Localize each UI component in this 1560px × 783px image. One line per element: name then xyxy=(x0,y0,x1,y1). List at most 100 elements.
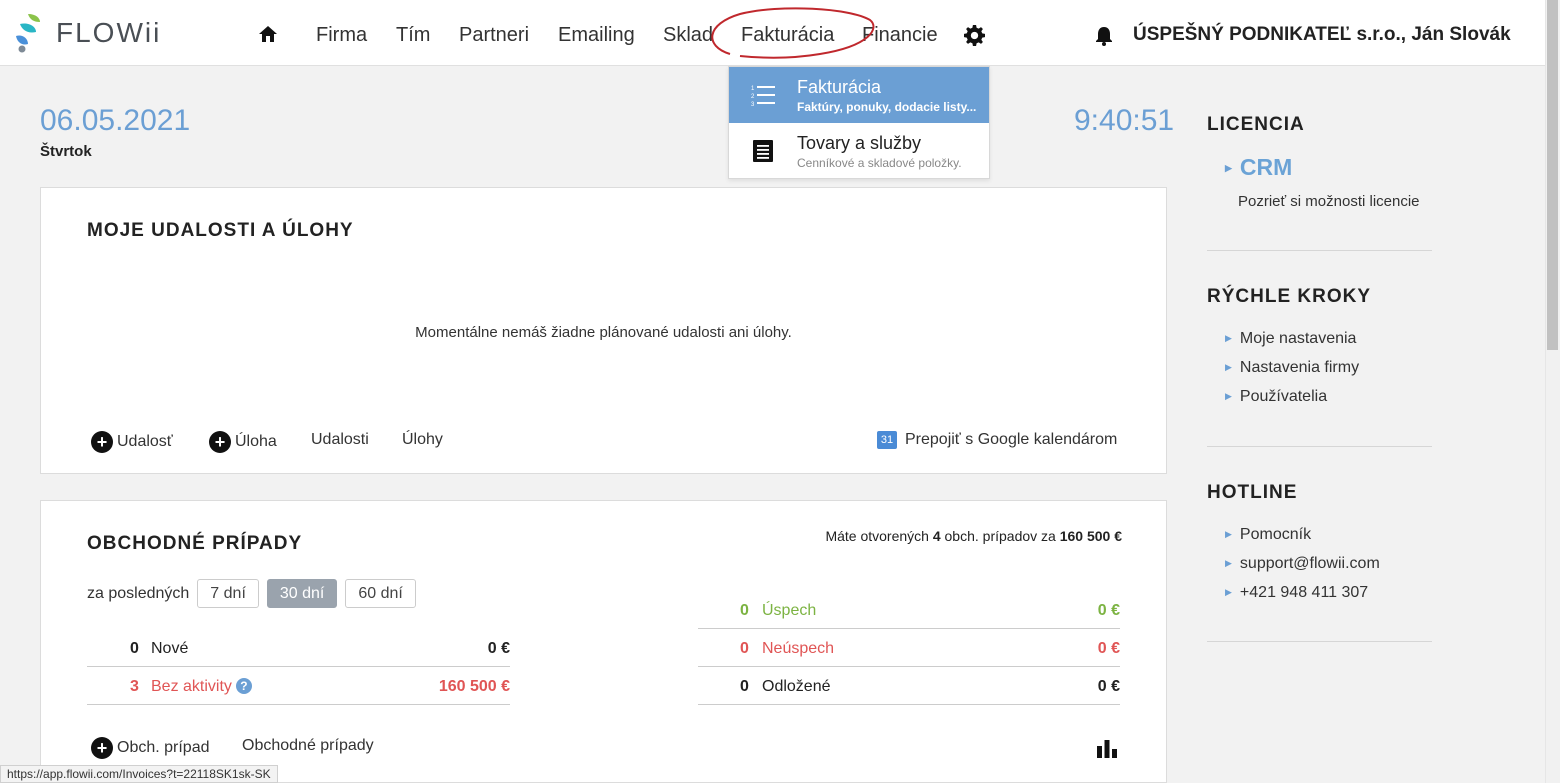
deal-count: 0 xyxy=(740,678,749,695)
summary-amount: 160 500 € xyxy=(1059,528,1122,544)
crm-license[interactable]: ▶ CRM xyxy=(1225,154,1292,181)
arrow-right-icon: ▶ xyxy=(1225,529,1232,539)
bar-chart-icon[interactable] xyxy=(1096,738,1118,758)
tasks-link[interactable]: Úlohy xyxy=(402,431,443,449)
deal-count: 0 xyxy=(740,602,749,619)
deal-row-postponed[interactable]: 0 Odložené 0 € xyxy=(698,667,1120,705)
hotline-link-phone[interactable]: ▶ +421 948 411 307 xyxy=(1225,584,1368,602)
hotline-link-label: +421 948 411 307 xyxy=(1239,584,1369,601)
quick-link-users[interactable]: ▶ Používatelia xyxy=(1225,388,1327,406)
arrow-right-icon: ▶ xyxy=(1225,558,1232,568)
period-60-days[interactable]: 60 dní xyxy=(345,579,416,608)
deal-row-no-activity[interactable]: 3 Bez aktivity? 160 500 € xyxy=(87,667,510,705)
deal-label: Úspech xyxy=(762,602,817,619)
current-weekday: Štvrtok xyxy=(40,143,92,160)
quick-link-label: Nastavenia firmy xyxy=(1239,359,1360,376)
google-calendar-icon: 31 xyxy=(877,431,897,449)
deal-label: Odložené xyxy=(762,678,831,695)
deals-card: OBCHODNÉ PRÍPADY Máte otvorených 4 obch.… xyxy=(40,500,1167,783)
help-icon[interactable]: ? xyxy=(235,678,252,694)
deal-label: Nové xyxy=(151,640,189,657)
quick-link-my-settings[interactable]: ▶ Moje nastavenia xyxy=(1225,330,1356,348)
deal-row-new[interactable]: 0 Nové 0 € xyxy=(87,629,510,667)
current-date: 06.05.2021 xyxy=(40,104,191,137)
hotline-link-label: Pomocník xyxy=(1239,526,1312,543)
svg-text:3: 3 xyxy=(751,102,755,107)
dropdown-item-fakturacia[interactable]: 1 2 3 Fakturácia Faktúry, ponuky, dodaci… xyxy=(729,67,989,123)
license-options-link[interactable]: Pozrieť si možnosti licencie xyxy=(1238,193,1420,210)
hotline-link-email[interactable]: ▶ support@flowii.com xyxy=(1225,555,1380,573)
dropdown-item-tovary[interactable]: Tovary a služby Cenníkové a skladové pol… xyxy=(729,123,989,179)
plus-icon: + xyxy=(91,737,113,759)
add-deal-label: Obch. prípad xyxy=(117,739,210,756)
deal-label: Bez aktivity xyxy=(151,678,232,695)
dropdown-item-title: Fakturácia xyxy=(797,77,882,97)
nav-firma[interactable]: Firma xyxy=(316,24,367,47)
events-card-title: MOJE UDALOSTI A ÚLOHY xyxy=(87,220,354,241)
deal-row-failure[interactable]: 0 Neúspech 0 € xyxy=(698,629,1120,667)
deal-count: 0 xyxy=(740,640,749,657)
summary-count: 4 xyxy=(932,528,941,544)
flowii-logo-icon xyxy=(16,14,40,53)
deal-row-success[interactable]: 0 Úspech 0 € xyxy=(698,591,1120,629)
plus-icon: + xyxy=(209,431,231,453)
vertical-scrollbar[interactable] xyxy=(1545,0,1560,783)
period-30-days[interactable]: 30 dní xyxy=(266,579,338,608)
red-circle-annotation xyxy=(711,7,875,59)
events-link[interactable]: Udalosti xyxy=(311,431,369,449)
google-calendar-label: Prepojiť s Google kalendárom xyxy=(905,431,1118,448)
quick-link-company-settings[interactable]: ▶ Nastavenia firmy xyxy=(1225,359,1359,377)
add-deal-button[interactable]: + Obch. prípad xyxy=(91,737,210,759)
nav-emailing[interactable]: Emailing xyxy=(558,24,635,47)
deals-link[interactable]: Obchodné prípady xyxy=(242,737,374,755)
svg-text:2: 2 xyxy=(751,94,755,100)
numbered-list-icon: 1 2 3 xyxy=(751,86,775,107)
svg-text:1: 1 xyxy=(751,86,755,92)
deal-label-wrap: Bez aktivity? xyxy=(151,678,252,696)
add-event-label: Udalosť xyxy=(117,433,173,450)
add-task-label: Úloha xyxy=(235,433,277,450)
deal-amount: 0 € xyxy=(1097,640,1120,657)
hotline-link-help[interactable]: ▶ Pomocník xyxy=(1225,526,1311,544)
logo-text: FLOWii xyxy=(56,17,162,48)
deal-amount: 0 € xyxy=(1097,678,1120,695)
nav-tim[interactable]: Tím xyxy=(396,24,430,47)
period-7-days[interactable]: 7 dní xyxy=(197,579,259,608)
nav-partneri[interactable]: Partneri xyxy=(459,24,529,47)
quick-steps-heading: RÝCHLE KROKY xyxy=(1207,286,1372,307)
quick-link-label: Používatelia xyxy=(1239,388,1328,405)
hotline-link-label: support@flowii.com xyxy=(1239,555,1380,572)
deal-amount: 0 € xyxy=(1097,602,1120,619)
deals-summary: Máte otvorených 4 obch. prípadov za 160 … xyxy=(825,528,1122,544)
bell-icon[interactable] xyxy=(1095,26,1113,46)
company-user-name[interactable]: ÚSPEŠNÝ PODNIKATEĽ s.r.o., Ján Slovák xyxy=(1133,24,1511,46)
home-icon[interactable] xyxy=(258,24,278,44)
add-event-button[interactable]: + Udalosť xyxy=(91,431,173,453)
deal-count: 0 xyxy=(130,640,139,657)
arrow-right-icon: ▶ xyxy=(1225,391,1232,401)
events-tasks-card: MOJE UDALOSTI A ÚLOHY Momentálne nemáš ž… xyxy=(40,187,1167,474)
scrollbar-thumb[interactable] xyxy=(1547,0,1558,350)
flowii-logo[interactable]: FLOWii xyxy=(14,12,161,54)
deal-amount: 0 € xyxy=(487,640,510,657)
crm-label: CRM xyxy=(1239,154,1293,180)
period-selector: za posledných 7 dní 30 dní 60 dní xyxy=(87,579,416,608)
google-calendar-link[interactable]: 31 Prepojiť s Google kalendárom xyxy=(877,431,1117,449)
arrow-right-icon: ▶ xyxy=(1225,333,1232,343)
deal-amount: 160 500 € xyxy=(438,678,510,695)
add-task-button[interactable]: + Úloha xyxy=(209,431,277,453)
dropdown-item-title: Tovary a služby xyxy=(797,133,922,153)
sidebar-divider xyxy=(1207,250,1432,251)
document-list-icon xyxy=(753,140,773,162)
deal-count: 3 xyxy=(130,678,139,695)
arrow-right-icon: ▶ xyxy=(1225,362,1232,372)
empty-events-message: Momentálne nemáš žiadne plánované udalos… xyxy=(415,324,792,341)
deal-label: Neúspech xyxy=(762,640,835,657)
dropdown-item-subtitle: Faktúry, ponuky, dodacie listy... xyxy=(797,100,977,114)
arrow-right-icon: ▶ xyxy=(1225,163,1232,173)
current-time: 9:40:51 xyxy=(1074,104,1175,137)
summary-text: obch. prípadov za xyxy=(940,528,1060,544)
top-navigation-bar: FLOWii Firma Tím Partneri Emailing Sklad… xyxy=(0,0,1545,66)
quick-link-label: Moje nastavenia xyxy=(1239,330,1357,347)
gear-icon[interactable] xyxy=(964,25,985,46)
